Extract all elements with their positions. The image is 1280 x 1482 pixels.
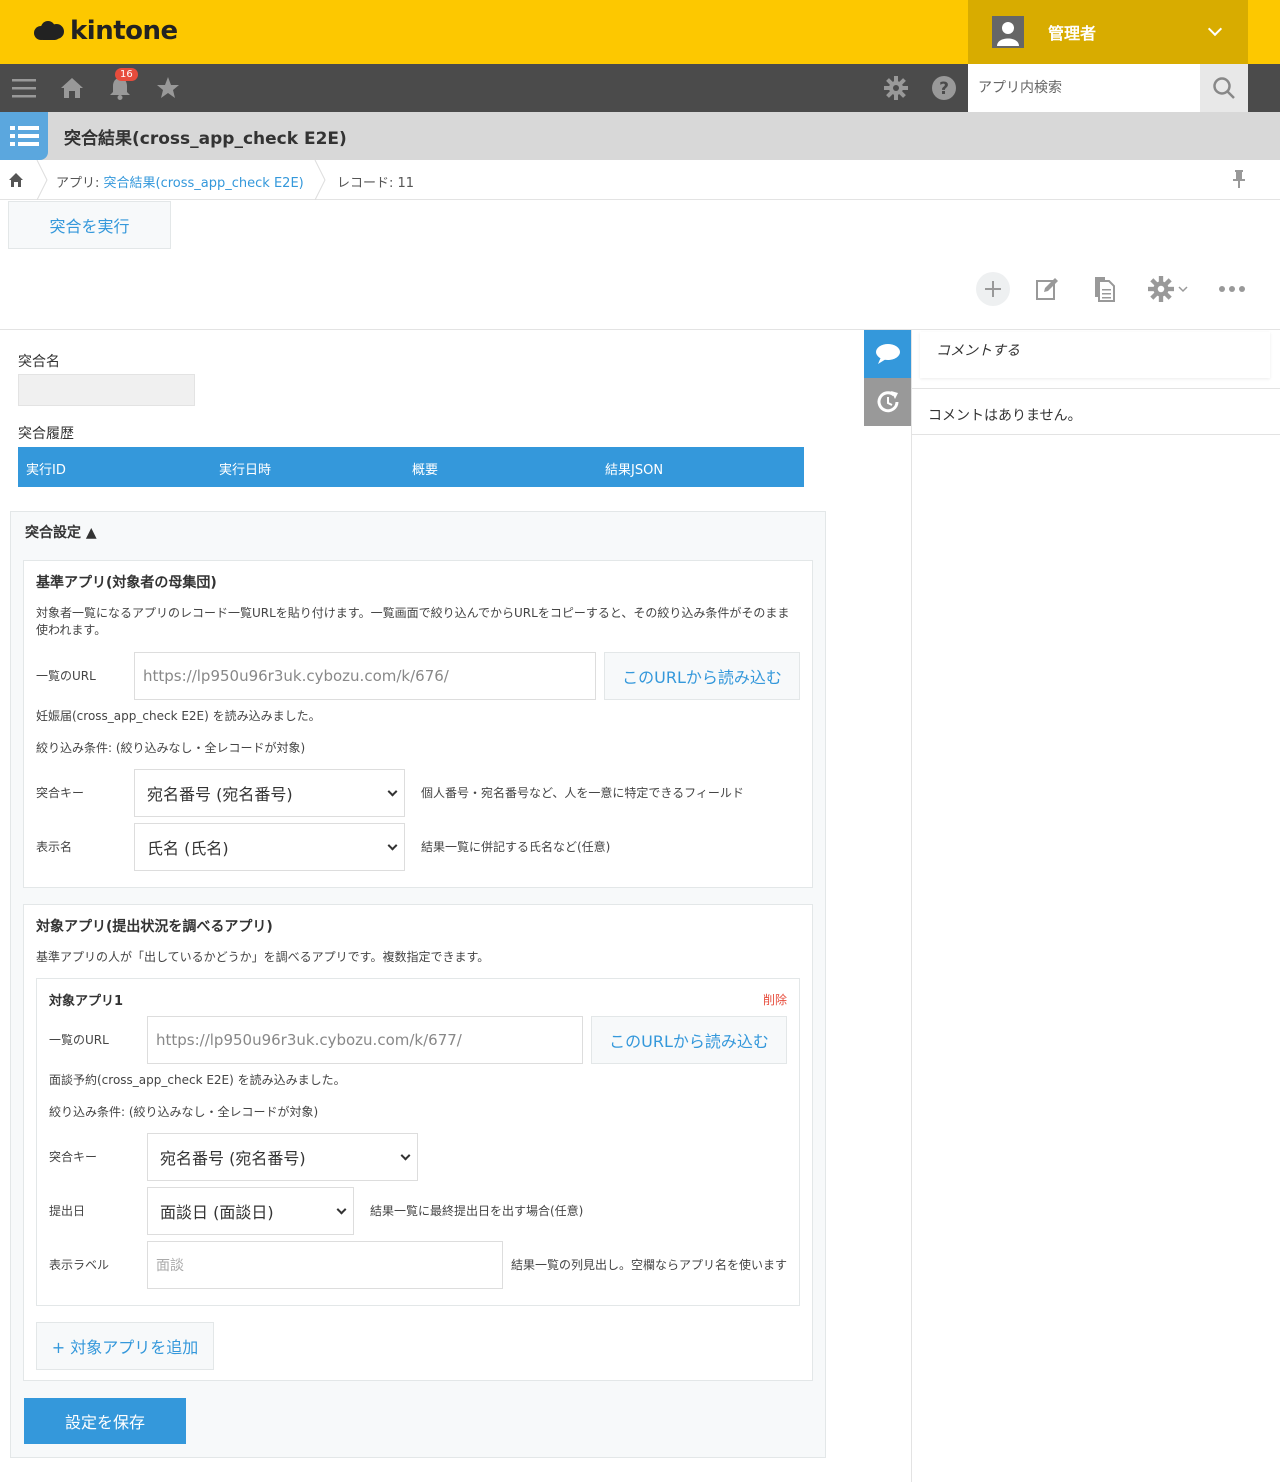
search-icon — [1213, 77, 1235, 99]
user-name: 管理者 — [1048, 24, 1097, 43]
base-key-select[interactable]: 宛名番号 (宛名番号) — [134, 769, 405, 817]
settings-gear-icon[interactable] — [872, 64, 920, 112]
comment-input[interactable]: コメントする — [920, 332, 1270, 378]
target-label-label: 表示ラベル — [49, 1258, 110, 1272]
base-url-label: 一覧のURL — [36, 669, 96, 683]
target-app-description: 基準アプリの人が「出しているかどうか」を調べるアプリです。複数指定できます。 — [36, 950, 490, 964]
kintone-cloud-icon — [34, 20, 64, 42]
base-key-hint: 個人番号・宛名番号など、人を一意に特定できるフィールド — [421, 786, 744, 800]
save-settings-button[interactable]: 設定を保存 — [24, 1398, 186, 1444]
target-loaded-message: 面談予約(cross_app_check E2E) を読み込みました。 — [49, 1073, 346, 1087]
target-date-label: 提出日 — [49, 1204, 86, 1218]
target-url-label: 一覧のURL — [49, 1033, 109, 1047]
breadcrumb-separator — [36, 160, 48, 200]
app-search-input[interactable] — [968, 64, 1200, 112]
base-display-label: 表示名 — [36, 840, 73, 854]
delete-target-app-link[interactable]: 削除 — [763, 991, 787, 1008]
chevron-down-icon — [1178, 286, 1188, 293]
home-icon[interactable] — [48, 64, 96, 112]
history-label: 突合履歴 — [18, 426, 74, 442]
column-header: 結果JSON — [605, 463, 664, 478]
history-tab[interactable] — [864, 378, 912, 426]
logo-text: kintone — [70, 16, 178, 46]
gear-icon — [1148, 276, 1174, 302]
user-avatar-icon — [992, 16, 1024, 48]
header-divider — [0, 329, 1280, 330]
app-title[interactable]: 突合結果(cross_app_check E2E) — [64, 124, 347, 149]
comments-tab[interactable] — [864, 330, 912, 378]
more-dots-icon — [1219, 286, 1245, 292]
search-button[interactable] — [1200, 64, 1248, 112]
settings-toggle[interactable]: 突合設定 ▲ — [25, 522, 97, 542]
add-target-app-button[interactable]: + 対象アプリを追加 — [36, 1322, 214, 1370]
add-record-button[interactable] — [976, 272, 1010, 306]
kintone-logo[interactable]: kintone — [34, 16, 178, 46]
no-comments-message: コメントはありません。 — [928, 408, 1082, 424]
svg-text:?: ? — [939, 79, 949, 99]
base-app-description-line1: 対象者一覧になるアプリのレコード一覧URLを貼り付けます。一覧画面で絞り込んでか… — [36, 606, 790, 620]
target-date-select[interactable]: 面談日 (面談日) — [147, 1187, 354, 1235]
notification-count-badge: 16 — [115, 68, 138, 81]
target-key-label: 突合キー — [49, 1150, 98, 1164]
base-display-select[interactable]: 氏名 (氏名) — [134, 823, 405, 871]
comment-divider — [912, 434, 1280, 435]
check-name-label: 突合名 — [18, 354, 60, 370]
history-icon — [877, 391, 899, 413]
chevron-down-icon — [1207, 21, 1223, 37]
base-loaded-message: 妊娠届(cross_app_check E2E) を読み込みました。 — [36, 709, 321, 723]
target-label-hint: 結果一覧の列見出し。空欄ならアプリ名を使います — [511, 1258, 788, 1272]
target-app-title: 対象アプリ(提出状況を調べるアプリ) — [36, 919, 273, 935]
base-key-label: 突合キー — [36, 786, 85, 800]
breadcrumb-app-link[interactable]: 突合結果(cross_app_check E2E) — [104, 176, 304, 191]
chevron-down-icon — [336, 1204, 347, 1215]
comment-bubble-icon — [876, 344, 900, 364]
edit-icon — [1036, 278, 1058, 300]
global-header: kintone 管理者 — [0, 0, 1280, 64]
favorites-star-icon[interactable] — [144, 64, 192, 112]
side-panel-border — [911, 330, 912, 1482]
target-date-hint: 結果一覧に最終提出日を出す場合(任意) — [370, 1204, 584, 1218]
app-list-icon[interactable] — [0, 112, 48, 160]
copy-document-icon — [1095, 277, 1115, 302]
edit-record-button[interactable] — [1030, 272, 1064, 306]
menu-icon[interactable] — [0, 64, 48, 112]
user-menu[interactable]: 管理者 — [968, 0, 1248, 64]
breadcrumb-home-icon[interactable] — [8, 172, 24, 192]
column-header: 実行日時 — [219, 463, 272, 478]
base-load-url-button[interactable]: このURLから読み込む — [604, 652, 800, 700]
target-load-url-button[interactable]: このURLから読み込む — [591, 1016, 787, 1064]
duplicate-record-button[interactable] — [1087, 272, 1121, 306]
chevron-down-icon — [387, 840, 398, 851]
comment-divider — [912, 388, 1280, 389]
target-filter-message: 絞り込み条件: (絞り込みなし・全レコードが対象) — [49, 1105, 319, 1119]
help-icon[interactable]: ? — [920, 64, 968, 112]
pin-icon[interactable] — [1232, 170, 1246, 192]
plus-icon — [985, 281, 1001, 297]
breadcrumb-app: アプリ: 突合結果(cross_app_check E2E) — [56, 176, 304, 191]
record-settings-menu[interactable] — [1144, 272, 1192, 306]
target-url-input[interactable]: https://lp950u96r3uk.cybozu.com/k/677/ — [147, 1016, 583, 1064]
history-table-header: 実行ID 実行日時 概要 結果JSON — [18, 447, 804, 487]
target-key-select[interactable]: 宛名番号 (宛名番号) — [147, 1133, 418, 1181]
column-header: 実行ID — [26, 463, 66, 478]
base-url-input[interactable]: https://lp950u96r3uk.cybozu.com/k/676/ — [134, 652, 596, 700]
chevron-down-icon — [400, 1150, 411, 1161]
base-filter-message: 絞り込み条件: (絞り込みなし・全レコードが対象) — [36, 741, 306, 755]
more-options-button[interactable] — [1215, 272, 1249, 306]
run-check-button[interactable]: 突合を実行 — [8, 201, 171, 249]
target-label-input[interactable]: 面談 — [147, 1241, 503, 1289]
chevron-down-icon — [387, 786, 398, 797]
breadcrumb: アプリ: 突合結果(cross_app_check E2E) レコード: 11 — [0, 160, 1280, 200]
base-app-description-line2: 使われます。 — [36, 623, 107, 637]
check-name-value — [18, 374, 195, 406]
breadcrumb-separator — [314, 160, 326, 200]
base-app-title: 基準アプリ(対象者の母集団) — [36, 575, 217, 591]
column-header: 概要 — [412, 463, 439, 478]
breadcrumb-record: レコード: 11 — [337, 176, 415, 191]
base-display-hint: 結果一覧に併記する氏名など(任意) — [421, 840, 611, 854]
target-app-item-title: 対象アプリ1 — [49, 994, 124, 1009]
